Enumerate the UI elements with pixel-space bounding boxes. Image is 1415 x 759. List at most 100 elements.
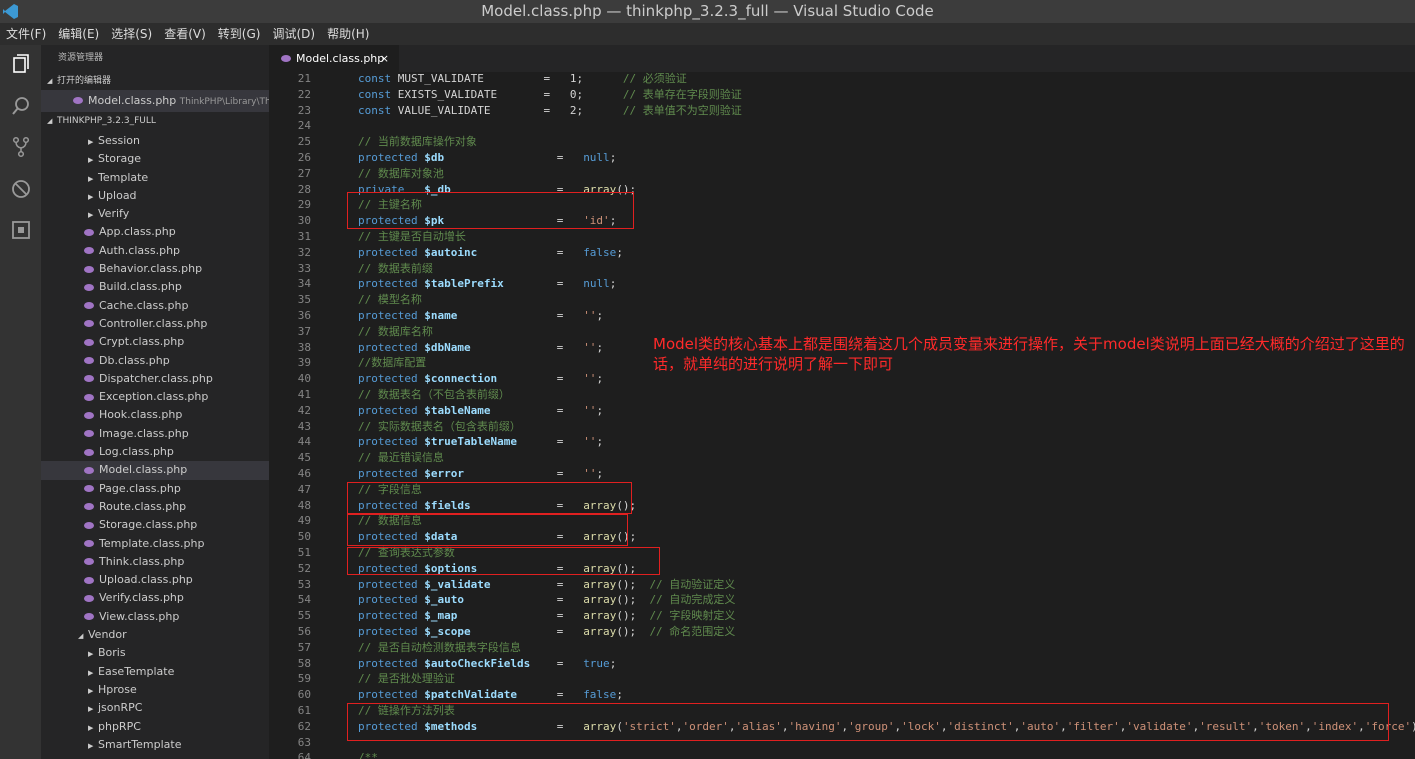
tree-folder[interactable]: ▶ Storage	[41, 150, 269, 168]
extensions-icon[interactable]	[10, 219, 32, 241]
explorer-icon[interactable]	[10, 53, 32, 75]
debug-icon[interactable]	[10, 178, 32, 200]
annotation-text: Model类的核心基本上都是围绕着这几个成员变量来进行操作，关于model类说明…	[653, 335, 1405, 373]
code-text: // 实际数据表名（包含表前缀）	[358, 419, 521, 433]
tab-model-class[interactable]: Model.class.php ×	[269, 45, 399, 72]
menu-bar: 文件(F) 编辑(E) 选择(S) 查看(V) 转到(G) 调试(D) 帮助(H)	[0, 23, 1415, 45]
php-file-icon	[84, 503, 94, 511]
menu-item[interactable]: 转到(G)	[212, 23, 267, 45]
open-editor-name: Model.class.php	[88, 94, 177, 107]
tree-file[interactable]: Model.class.php	[41, 461, 269, 480]
caret-right-icon: ▶	[88, 650, 94, 659]
code-editor[interactable]: 21 const MUST_VALIDATE = 1; // 必须验证 22 cons…	[269, 72, 1415, 759]
code-text: protected $_auto = array(); // 自动完成定义	[358, 593, 736, 607]
tree-item-label: View.class.php	[99, 609, 180, 623]
highlight-box	[347, 514, 628, 546]
line-number: 53	[297, 577, 311, 591]
line-number: 58	[297, 656, 311, 670]
tree-folder[interactable]: ▶ Session	[41, 132, 269, 150]
tree-file[interactable]: Dispatcher.class.php	[41, 370, 269, 388]
menu-item[interactable]: 调试(D)	[266, 23, 321, 45]
tree-folder[interactable]: ▶ SmartTemplate	[41, 736, 269, 754]
tree-file[interactable]: Upload.class.php	[41, 571, 269, 589]
code-text: protected $patchValidate = false;	[358, 688, 623, 702]
tree-file[interactable]: App.class.php	[41, 223, 269, 241]
tree-file[interactable]: Auth.class.php	[41, 242, 269, 260]
source-control-icon[interactable]	[10, 136, 32, 158]
line-number: 24	[297, 119, 311, 133]
tree-file[interactable]: Page.class.php	[41, 480, 269, 498]
tree-folder[interactable]: ▶ Boris	[41, 644, 269, 662]
code-text: const VALUE_VALIDATE = 2; // 表单值不为空则验证	[358, 103, 742, 117]
menu-item[interactable]: 选择(S)	[105, 23, 158, 45]
tree-file[interactable]: Cache.class.php	[41, 297, 269, 315]
tree-file[interactable]: Exception.class.php	[41, 388, 269, 406]
line-number: 49	[297, 514, 311, 528]
code-text: protected $error = '';	[358, 467, 604, 480]
tree-file[interactable]: Db.class.php	[41, 352, 269, 370]
tree-file[interactable]: View.class.php	[41, 608, 269, 626]
explorer-sidebar: 资源管理器 ◢ 打开的编辑器 Model.class.php ThinkPHP\L…	[41, 45, 269, 759]
tree-file[interactable]: Image.class.php	[41, 425, 269, 443]
line-number: 60	[297, 688, 311, 702]
tree-folder[interactable]: ◢ Vendor	[41, 626, 269, 644]
open-editors-section[interactable]: ◢ 打开的编辑器	[41, 72, 269, 90]
tree-file[interactable]: Route.class.php	[41, 498, 269, 516]
editor-tabs: Model.class.php ×	[269, 45, 1415, 72]
code-text: // 是否自动检测数据表字段信息	[358, 640, 521, 654]
code-text: // 当前数据库操作对象	[358, 135, 477, 149]
php-file-icon	[84, 228, 94, 236]
highlight-box	[347, 482, 632, 514]
line-number: 29	[297, 198, 311, 212]
line-number: 59	[297, 672, 311, 686]
project-section[interactable]: ◢ THINKPHP_3.2.3_FULL	[41, 112, 269, 130]
line-number: 64	[297, 751, 311, 759]
tree-file[interactable]: Storage.class.php	[41, 516, 269, 534]
code-text: protected $db = null;	[358, 151, 617, 164]
code-text: protected $name = '';	[358, 309, 604, 322]
code-text: // 是否批处理验证	[358, 672, 455, 686]
tree-file[interactable]: Verify.class.php	[41, 589, 269, 607]
tree-folder[interactable]: ▶ phpRPC	[41, 718, 269, 736]
tree-folder[interactable]: ▶ EaseTemplate	[41, 663, 269, 681]
php-file-icon	[84, 485, 94, 493]
search-icon[interactable]	[10, 95, 32, 117]
tree-item-label: Hook.class.php	[99, 408, 183, 422]
php-file-icon	[84, 466, 94, 474]
line-number: 57	[297, 640, 311, 654]
caret-right-icon: ▶	[88, 705, 94, 714]
tree-item-label: Think.class.php	[99, 554, 185, 568]
tree-item-label: Behavior.class.php	[99, 262, 203, 276]
tree-file[interactable]: Behavior.class.php	[41, 260, 269, 278]
tree-file[interactable]: Hook.class.php	[41, 406, 269, 424]
menu-item[interactable]: 文件(F)	[0, 23, 52, 45]
code-text: //数据库配置	[358, 356, 427, 370]
tree-folder[interactable]: ▶ Template	[41, 169, 269, 187]
close-icon[interactable]: ×	[380, 45, 389, 72]
line-number: 39	[297, 356, 311, 370]
tree-file[interactable]: Log.class.php	[41, 443, 269, 461]
open-editor-item[interactable]: Model.class.php ThinkPHP\Library\Thi...	[41, 90, 269, 112]
tree-folder[interactable]: ▶ Verify	[41, 205, 269, 223]
tree-item-label: App.class.php	[99, 225, 176, 239]
tree-folder[interactable]: ▶ jsonRPC	[41, 699, 269, 717]
menu-item[interactable]: 帮助(H)	[321, 23, 375, 45]
tree-file[interactable]: Build.class.php	[41, 278, 269, 296]
tree-file[interactable]: Controller.class.php	[41, 315, 269, 333]
code-text: // 数据库名称	[358, 324, 433, 338]
highlight-box	[347, 547, 660, 575]
line-number: 62	[297, 719, 311, 733]
menu-item[interactable]: 查看(V)	[158, 23, 212, 45]
tree-folder[interactable]: ▶ Upload	[41, 187, 269, 205]
menu-item[interactable]: 编辑(E)	[52, 23, 105, 45]
caret-down-icon: ◢	[47, 117, 53, 125]
line-number: 50	[297, 530, 311, 544]
line-number: 35	[297, 293, 311, 307]
tree-file[interactable]: Think.class.php	[41, 553, 269, 571]
tree-file[interactable]: Template.class.php	[41, 535, 269, 553]
caret-right-icon: ▶	[88, 211, 94, 220]
line-number: 46	[297, 467, 311, 480]
code-text: protected $trueTableName = '';	[358, 435, 604, 449]
tree-file[interactable]: Crypt.class.php	[41, 333, 269, 351]
tree-folder[interactable]: ▶ Hprose	[41, 681, 269, 699]
